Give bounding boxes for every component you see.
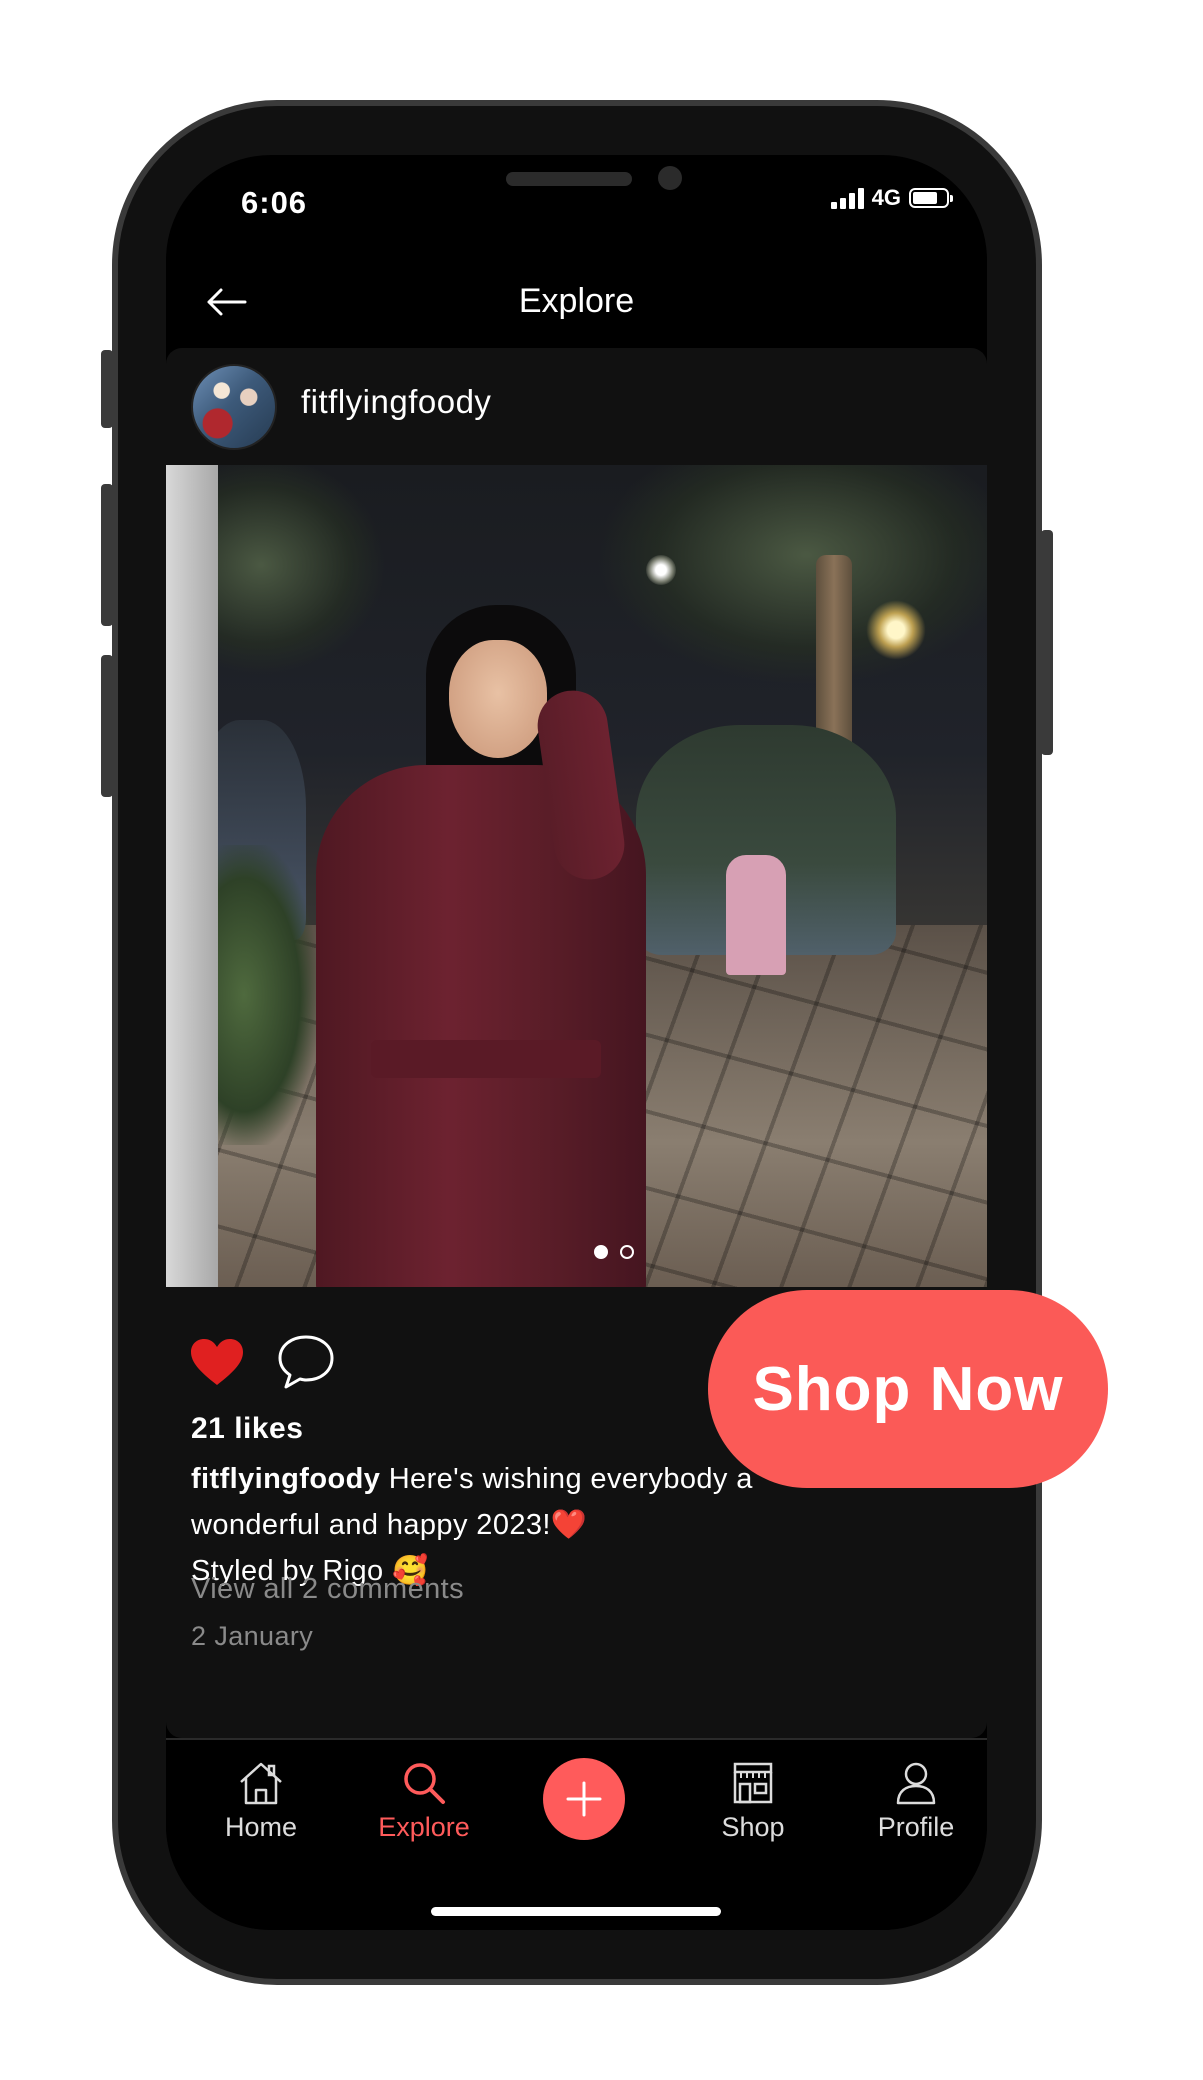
signal-icon [830,187,864,209]
tab-home-label: Home [224,1812,298,1842]
store-icon [733,1762,773,1804]
comment-button[interactable] [276,1333,336,1391]
power-button [1041,530,1053,755]
post-header: fitflyingfoody [166,348,987,463]
network-type: 4G [871,185,901,210]
caption-line-1: Here's wishing everybody a [388,1463,753,1495]
comment-bubble-icon [278,1335,334,1389]
like-button[interactable] [189,1338,245,1388]
post-username[interactable]: fitflyingfoody [301,383,491,421]
post-photo[interactable] [166,465,987,1287]
status-indicators: 4G [830,185,953,211]
photo-lamp [866,600,926,660]
shop-now-button[interactable]: Shop Now [708,1290,1108,1488]
search-icon [404,1763,445,1804]
speaker-grille [506,172,632,186]
home-icon [240,1762,282,1805]
user-icon [896,1762,936,1805]
post-card: fitflyingfoody 21 likes fitflyingfoody H… [166,348,987,1738]
tab-explore-label: Explore [378,1812,470,1842]
photo-wall [166,465,218,1287]
status-time: 6:06 [241,185,308,220]
photo-child [726,855,786,975]
view-comments-link[interactable]: View all 2 comments [191,1573,464,1606]
post-date: 2 January [191,1621,314,1651]
caption-line-2: wonderful and happy 2023!❤️ [191,1509,588,1541]
create-post-button[interactable] [543,1758,625,1840]
tab-shop[interactable]: Shop [688,1760,818,1843]
photo-streetlight [646,555,676,585]
likes-count[interactable]: 21 likes [191,1412,303,1446]
notch [346,155,812,221]
page-title: Explore [518,282,635,320]
photo-face [449,640,547,758]
photo-belt [371,1040,601,1078]
home-indicator [431,1907,721,1916]
carousel-dot-2[interactable] [620,1245,634,1259]
tab-explore[interactable]: Explore [359,1760,489,1843]
caption-username[interactable]: fitflyingfoody [191,1463,380,1495]
avatar[interactable] [191,364,277,450]
phone-screen: 6:06 4G Explore fitflyingfoody 21 likes … [166,155,987,1930]
heart-filled-icon [191,1339,243,1385]
bottom-tab-bar: Home Explore Shop Profile [166,1738,987,1930]
plus-icon [566,1781,602,1817]
tab-profile-label: Profile [877,1812,955,1842]
front-camera [658,166,682,190]
tab-shop-label: Shop [721,1812,785,1842]
tab-home[interactable]: Home [196,1760,326,1843]
carousel-dot-1[interactable] [594,1245,608,1259]
tab-profile[interactable]: Profile [851,1760,981,1843]
carousel-indicator [166,1245,987,1259]
battery-icon [909,188,953,208]
